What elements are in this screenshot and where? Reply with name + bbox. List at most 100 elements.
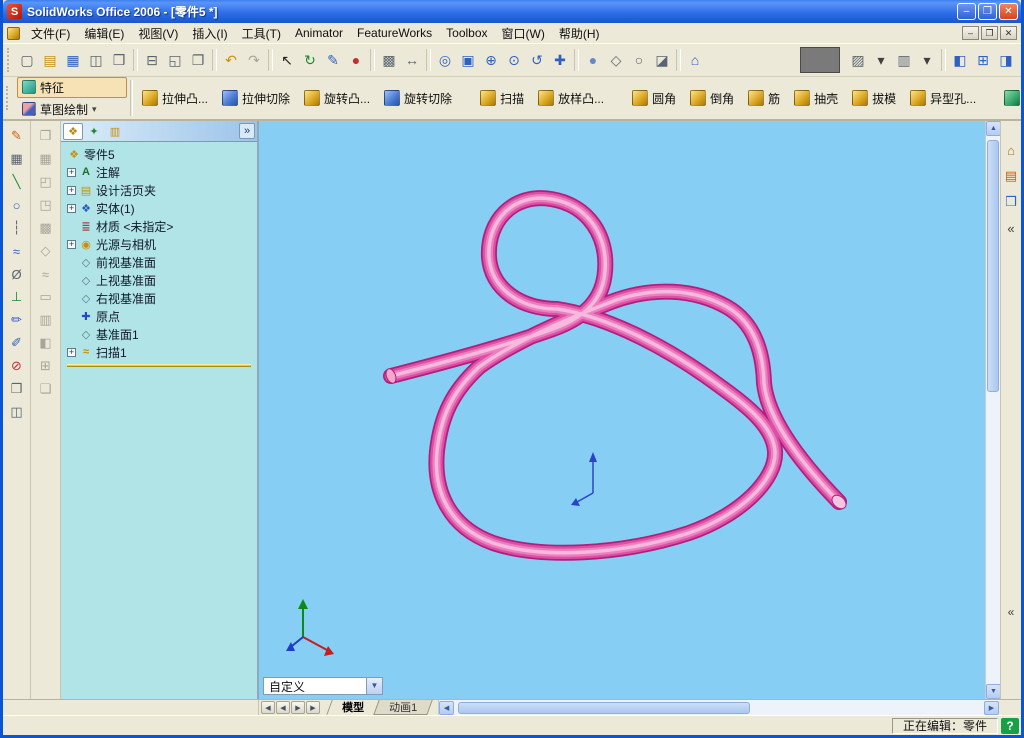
collapse-panel-button[interactable]: »: [239, 123, 255, 139]
features-cube-icon[interactable]: ▦: [35, 148, 57, 170]
copy-icon[interactable]: ❐: [187, 49, 209, 71]
centerline-tool-icon[interactable]: ┆: [6, 217, 28, 239]
chamfer-button[interactable]: 倒角: [684, 85, 740, 112]
scrollbar-thumb[interactable]: [987, 140, 999, 393]
menu-window[interactable]: 窗口(W): [495, 22, 552, 45]
scroll-track[interactable]: [454, 701, 984, 715]
mirror-entities-icon[interactable]: ◫: [6, 401, 28, 423]
menu-insert[interactable]: 插入(I): [185, 22, 234, 45]
model-knot[interactable]: [259, 121, 985, 699]
reference-geometry-icon[interactable]: ❒: [35, 125, 57, 147]
pan-icon[interactable]: ✚: [549, 49, 571, 71]
print-icon[interactable]: ⊟: [141, 49, 163, 71]
tree-item[interactable]: + ≈ 扫描1: [65, 343, 257, 361]
menu-featureworks[interactable]: FeatureWorks: [350, 23, 439, 43]
tree-item[interactable]: + ▤ 设计活页夹: [65, 181, 257, 199]
delete-relation-icon[interactable]: ⊘: [6, 355, 28, 377]
weldment-icon[interactable]: ▭: [35, 286, 57, 308]
toolbar-grip[interactable]: [7, 48, 12, 72]
shell-button[interactable]: 抽壳: [788, 85, 844, 112]
minimize-button[interactable]: –: [957, 3, 976, 20]
featuremanager-tab-icon[interactable]: ❖: [63, 122, 83, 140]
home-resources-icon[interactable]: ⌂: [1002, 141, 1020, 159]
tree-item[interactable]: ◇ 前视基准面: [65, 253, 257, 271]
scroll-up-button[interactable]: ▲: [986, 121, 1001, 136]
menu-toolbox[interactable]: Toolbox: [439, 23, 494, 43]
scroll-track[interactable]: [986, 136, 1000, 684]
help-icon[interactable]: ?: [1001, 717, 1019, 734]
sheet-metal-icon[interactable]: ≈: [35, 263, 57, 285]
pane-split-icon[interactable]: ⊞: [972, 49, 994, 71]
extrude-boss-button[interactable]: 拉伸凸...: [136, 85, 214, 112]
menu-tools[interactable]: 工具(T): [235, 22, 288, 45]
tree-item[interactable]: + ◉ 光源与相机: [65, 235, 257, 253]
zoom-fit-icon[interactable]: ◎: [434, 49, 456, 71]
curve-icon[interactable]: ◇: [35, 240, 57, 262]
sketch-pencil-icon[interactable]: ✎: [6, 125, 28, 147]
collapse-chevron-icon[interactable]: «: [1008, 605, 1015, 619]
design-library-icon[interactable]: ▤: [1002, 167, 1020, 185]
save-icon[interactable]: ▦: [62, 49, 84, 71]
surface-icon[interactable]: ▩: [35, 217, 57, 239]
prev-tab-button[interactable]: ◀: [276, 701, 290, 714]
toolbar-grip[interactable]: [6, 86, 11, 110]
rotate-view-icon[interactable]: ↺: [526, 49, 548, 71]
spline-tool-icon[interactable]: ≈: [6, 240, 28, 262]
shaded-view-icon[interactable]: ●: [582, 49, 604, 71]
wireframe-icon[interactable]: ○: [628, 49, 650, 71]
revolved-cut-button[interactable]: 旋转切除: [378, 85, 458, 112]
menu-view[interactable]: 视图(V): [131, 22, 185, 45]
tree-root-part[interactable]: ❖ 零件5: [65, 145, 257, 163]
circle-tool-icon[interactable]: ○: [6, 194, 28, 216]
last-tab-button[interactable]: ▶: [306, 701, 320, 714]
menu-edit[interactable]: 编辑(E): [77, 22, 131, 45]
line-tool-icon[interactable]: ╲: [6, 171, 28, 193]
pattern-gray-icon[interactable]: ◳: [35, 194, 57, 216]
pane-right-icon[interactable]: ◨: [995, 49, 1017, 71]
rib-button[interactable]: 筋: [742, 85, 786, 112]
first-tab-button[interactable]: ◀: [261, 701, 275, 714]
tree-item[interactable]: ✚ 原点: [65, 307, 257, 325]
expander-box[interactable]: +: [67, 203, 76, 213]
collapse-chevron-icon[interactable]: «: [1002, 219, 1020, 237]
sketch-icon[interactable]: ✎: [322, 49, 344, 71]
expander-box[interactable]: +: [67, 347, 76, 357]
dropdown-arrow-icon[interactable]: ▾: [870, 49, 892, 71]
zoom-selected-icon[interactable]: ⊙: [503, 49, 525, 71]
edit-color-icon[interactable]: ●: [345, 49, 367, 71]
zoom-area-icon[interactable]: ▣: [457, 49, 479, 71]
dropdown-arrow-icon[interactable]: ▾: [916, 49, 938, 71]
scroll-right-button[interactable]: ▶: [984, 700, 999, 715]
revolve-boss-button[interactable]: 旋转凸...: [298, 85, 376, 112]
print-preview-icon[interactable]: ◱: [164, 49, 186, 71]
rollback-bar[interactable]: [67, 364, 251, 367]
mdi-minimize-button[interactable]: –: [962, 26, 979, 40]
file-explorer-icon[interactable]: ❒: [1002, 193, 1020, 211]
render-tools-icon[interactable]: ❏: [35, 378, 57, 400]
fillet-gray-icon[interactable]: ◰: [35, 171, 57, 193]
evaluate-icon[interactable]: ◧: [35, 332, 57, 354]
mold-tools-icon[interactable]: ▥: [35, 309, 57, 331]
mdi-close-button[interactable]: ✕: [1000, 26, 1017, 40]
tab-features[interactable]: 特征: [17, 76, 127, 98]
mdi-restore-button[interactable]: ❐: [981, 26, 998, 40]
smart-dimension-icon[interactable]: Ø: [6, 263, 28, 285]
open-document-icon[interactable]: ▤: [39, 49, 61, 71]
scroll-left-button[interactable]: ◀: [439, 700, 455, 715]
make-assembly-icon[interactable]: ❒: [108, 49, 130, 71]
vertical-scrollbar[interactable]: ▲ ▼: [985, 121, 1001, 699]
propertymanager-tab-icon[interactable]: ✦: [84, 123, 104, 140]
horizontal-scrollbar[interactable]: ◀ ▶: [438, 700, 999, 715]
tab-motion-study[interactable]: 动画1: [373, 700, 433, 715]
convert-entities-icon[interactable]: ❒: [6, 378, 28, 400]
new-document-icon[interactable]: ▢: [16, 49, 38, 71]
tree-item[interactable]: ◇ 上视基准面: [65, 271, 257, 289]
view-orientation-combo[interactable]: 自定义 ▼: [263, 677, 383, 695]
linear-pattern-button[interactable]: 线性阵列: [998, 85, 1024, 112]
tab-sketch[interactable]: 草图绘制 ▾: [17, 99, 127, 120]
sketch-exit-icon[interactable]: ✐: [6, 332, 28, 354]
expander-box[interactable]: +: [67, 239, 76, 249]
dimxpert-icon[interactable]: ⊞: [35, 355, 57, 377]
fillet-button[interactable]: 圆角: [626, 85, 682, 112]
extruded-cut-button[interactable]: 拉伸切除: [216, 85, 296, 112]
